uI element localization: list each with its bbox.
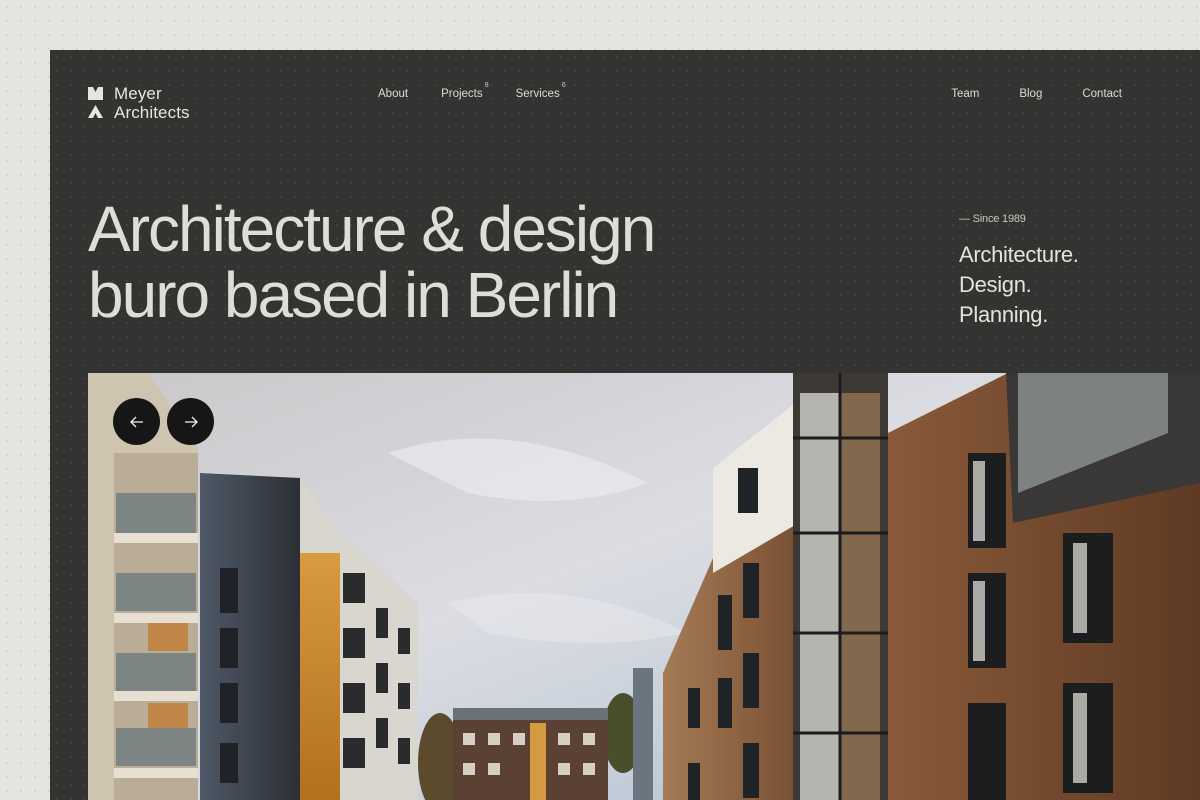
nav-services-label: Services (515, 88, 560, 100)
hero-headline-line2: buro based in Berlin (88, 259, 619, 331)
brand-name-line2: Architects (114, 103, 190, 122)
hero-headline-line1: Architecture & design (88, 193, 656, 265)
nav-projects-label: Projects (441, 88, 483, 100)
brand-name: Meyer Architects (114, 84, 190, 122)
secondary-nav: Team Blog Contact (951, 88, 1122, 100)
brand-name-line1: Meyer (114, 84, 162, 103)
arrow-right-icon (184, 416, 198, 427)
website-frame: Meyer Architects About Projects 8 Servic… (50, 50, 1200, 800)
hero-headline: Architecture & design buro based in Berl… (88, 196, 788, 328)
nav-about[interactable]: About (378, 88, 408, 100)
tagline-design: Design. (959, 272, 1032, 297)
building-photo (88, 373, 1200, 800)
tagline-architecture: Architecture. (959, 242, 1079, 267)
slider-prev-button[interactable] (113, 398, 160, 445)
nav-projects[interactable]: Projects 8 (441, 82, 489, 100)
nav-team[interactable]: Team (951, 88, 979, 100)
hero-image-slider (88, 373, 1200, 800)
nav-contact[interactable]: Contact (1082, 88, 1122, 100)
tagline-planning: Planning. (959, 302, 1049, 327)
since-label: — Since 1989 (959, 213, 1026, 225)
services-tagline: Architecture. Design. Planning. (959, 240, 1079, 330)
logo-mark-icon (88, 87, 104, 118)
brand-logo[interactable]: Meyer Architects (88, 84, 190, 122)
arrow-left-icon (129, 416, 143, 427)
nav-services[interactable]: Services 6 (515, 82, 566, 100)
nav-blog[interactable]: Blog (1019, 88, 1042, 100)
projects-count-badge: 8 (484, 82, 489, 89)
services-count-badge: 6 (561, 82, 566, 89)
slider-next-button[interactable] (167, 398, 214, 445)
main-nav: About Projects 8 Services 6 (378, 82, 566, 100)
